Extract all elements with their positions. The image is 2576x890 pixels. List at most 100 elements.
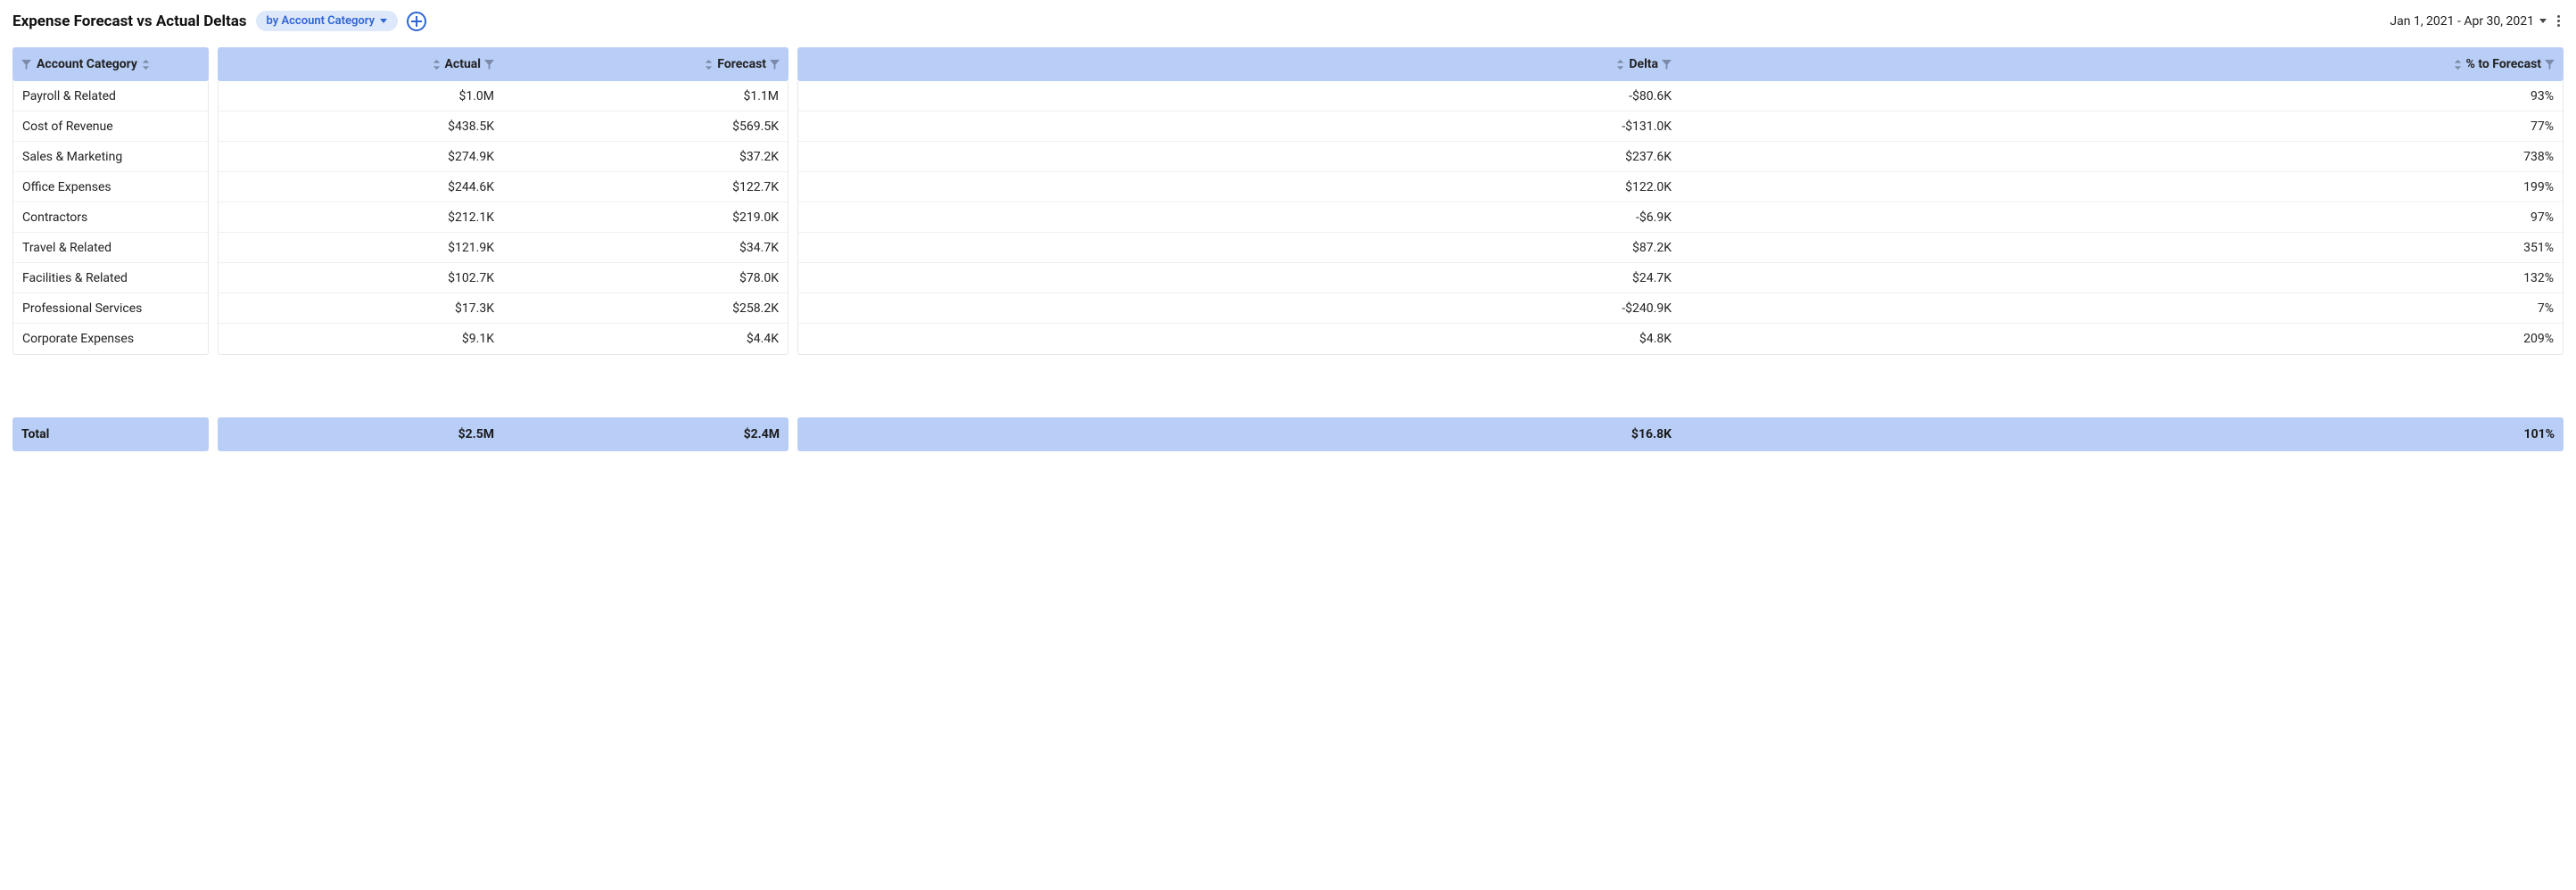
cell-category: Payroll & Related (13, 89, 208, 103)
table-row[interactable]: $121.9K$34.7K (219, 233, 788, 263)
filter-icon (484, 60, 494, 70)
cell-delta: -$80.6K (798, 89, 1680, 103)
widget-title: Expense Forecast vs Actual Deltas (12, 12, 247, 30)
cell-delta: $4.8K (798, 332, 1680, 346)
plus-icon (411, 16, 422, 27)
cell-actual: $121.9K (219, 241, 503, 255)
table-row[interactable]: -$6.9K97% (798, 202, 2563, 233)
cell-pct: 77% (1680, 119, 2563, 134)
data-table: Account Category Actual Forecast Delta %… (12, 47, 2564, 451)
totals-category: Total (12, 417, 209, 451)
date-range-label: Jan 1, 2021 - Apr 30, 2021 (2390, 14, 2534, 29)
cell-category: Facilities & Related (13, 271, 208, 285)
th-label: Forecast (717, 57, 766, 71)
cell-category: Office Expenses (13, 180, 208, 194)
table-row[interactable]: $438.5K$569.5K (219, 111, 788, 142)
th-pct[interactable]: % to Forecast (1680, 57, 2564, 71)
cell-forecast: $219.0K (503, 210, 788, 225)
cell-forecast: $1.1M (503, 89, 788, 103)
totals-pct: 101% (1680, 427, 2564, 441)
table-row[interactable]: Corporate Expenses (13, 324, 208, 354)
cell-actual: $1.0M (219, 89, 503, 103)
table-row[interactable]: Facilities & Related (13, 263, 208, 293)
group-by-label: by Account Category (267, 14, 375, 28)
cell-forecast: $569.5K (503, 119, 788, 134)
group-by-pill[interactable]: by Account Category (256, 11, 398, 31)
table-row[interactable]: Sales & Marketing (13, 142, 208, 172)
totals-delta: $16.8K (797, 427, 1680, 441)
cell-forecast: $122.7K (503, 180, 788, 194)
totals-delta-pct: $16.8K 101% (797, 417, 2564, 451)
table-row[interactable]: -$131.0K77% (798, 111, 2563, 142)
sort-icon (432, 60, 442, 70)
column-header-delta-pct: Delta % to Forecast (797, 47, 2564, 81)
cell-delta: $87.2K (798, 241, 1680, 255)
cell-forecast: $78.0K (503, 271, 788, 285)
totals-forecast: $2.4M (503, 427, 788, 441)
cell-pct: 738% (1680, 150, 2563, 164)
th-label: Delta (1629, 57, 1658, 71)
table-row[interactable]: Payroll & Related (13, 81, 208, 111)
cell-pct: 132% (1680, 271, 2563, 285)
more-menu-button[interactable] (2554, 12, 2564, 30)
cell-actual: $244.6K (219, 180, 503, 194)
cell-category: Cost of Revenue (13, 119, 208, 134)
totals-actual: $2.5M (218, 427, 503, 441)
cell-pct: 7% (1680, 301, 2563, 316)
table-row[interactable]: $1.0M$1.1M (219, 81, 788, 111)
totals-actual-forecast: $2.5M $2.4M (218, 417, 788, 451)
cell-pct: 351% (1680, 241, 2563, 255)
cell-forecast: $37.2K (503, 150, 788, 164)
table-row[interactable]: Cost of Revenue (13, 111, 208, 142)
table-row[interactable]: -$80.6K93% (798, 81, 2563, 111)
cell-actual: $274.9K (219, 150, 503, 164)
table-row[interactable]: $244.6K$122.7K (219, 172, 788, 202)
cell-category: Corporate Expenses (13, 332, 208, 346)
chevron-down-icon (380, 19, 387, 23)
sort-icon (2453, 60, 2463, 70)
th-actual[interactable]: Actual (218, 57, 503, 71)
table-row[interactable]: $87.2K351% (798, 233, 2563, 263)
table-row[interactable]: $102.7K$78.0K (219, 263, 788, 293)
table-row[interactable]: $17.3K$258.2K (219, 293, 788, 324)
filter-icon (770, 60, 780, 70)
cell-forecast: $4.4K (503, 332, 788, 346)
cell-actual: $17.3K (219, 301, 503, 316)
header-left: Expense Forecast vs Actual Deltas by Acc… (12, 11, 426, 31)
table-row[interactable]: $274.9K$37.2K (219, 142, 788, 172)
header-right: Jan 1, 2021 - Apr 30, 2021 (2390, 12, 2564, 30)
th-delta[interactable]: Delta (797, 57, 1680, 71)
th-label: Account Category (37, 57, 137, 71)
table-row[interactable]: Office Expenses (13, 172, 208, 202)
column-header-category: Account Category (12, 47, 209, 81)
table-row[interactable]: $24.7K132% (798, 263, 2563, 293)
date-range-picker[interactable]: Jan 1, 2021 - Apr 30, 2021 (2390, 14, 2547, 29)
table-row[interactable]: $212.1K$219.0K (219, 202, 788, 233)
cell-delta: $237.6K (798, 150, 1680, 164)
add-button[interactable] (407, 12, 426, 31)
cell-category: Travel & Related (13, 241, 208, 255)
cell-pct: 209% (1680, 332, 2563, 346)
table-row[interactable]: Professional Services (13, 293, 208, 324)
table-row[interactable]: $237.6K738% (798, 142, 2563, 172)
cell-delta: $122.0K (798, 180, 1680, 194)
filter-icon (1662, 60, 1672, 70)
table-row[interactable]: $4.8K209% (798, 324, 2563, 354)
column-header-actual-forecast: Actual Forecast (218, 47, 788, 81)
cell-actual: $102.7K (219, 271, 503, 285)
th-category[interactable]: Account Category (12, 57, 209, 71)
cell-actual: $9.1K (219, 332, 503, 346)
table-row[interactable]: $9.1K$4.4K (219, 324, 788, 354)
cell-pct: 93% (1680, 89, 2563, 103)
sort-icon (1615, 60, 1625, 70)
widget-header: Expense Forecast vs Actual Deltas by Acc… (12, 11, 2564, 31)
table-row[interactable]: Travel & Related (13, 233, 208, 263)
table-body-category: Payroll & Related Cost of Revenue Sales & … (12, 81, 209, 355)
sort-icon (704, 60, 714, 70)
th-forecast[interactable]: Forecast (503, 57, 788, 71)
table-row[interactable]: $122.0K199% (798, 172, 2563, 202)
cell-category: Professional Services (13, 301, 208, 316)
table-row[interactable]: -$240.9K7% (798, 293, 2563, 324)
cell-actual: $438.5K (219, 119, 503, 134)
table-row[interactable]: Contractors (13, 202, 208, 233)
